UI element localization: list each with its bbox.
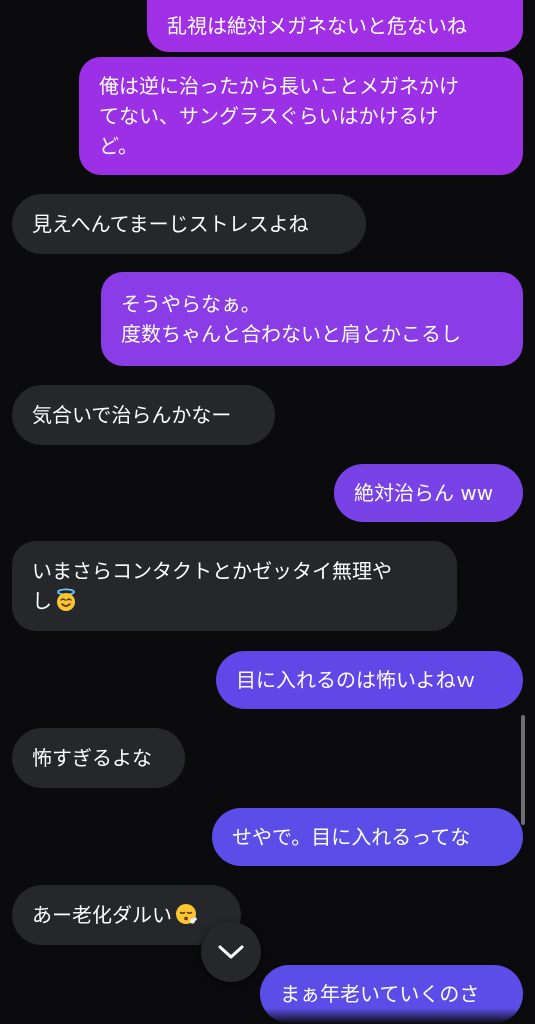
chat-thread[interactable]: 乱視は絶対メガネないと危ないね 俺は逆に治ったから長いことメガネかけ てない、サ…	[0, 0, 535, 1024]
bottom-fade	[0, 1008, 535, 1024]
message-outgoing[interactable]: せやで。目に入れるってな	[212, 808, 523, 866]
message-outgoing[interactable]: 乱視は絶対メガネないと危ないね	[147, 0, 523, 52]
message-incoming[interactable]: いまさらコンタクトとかゼッタイ無理や し	[12, 541, 457, 631]
message-text: 怖すぎるよな	[32, 746, 152, 770]
scrollbar-thumb[interactable]	[521, 715, 525, 825]
message-text: そうやらなぁ。 度数ちゃんと合わないと肩とかこるし	[121, 292, 461, 346]
smiling-face-with-halo-icon	[57, 588, 75, 611]
message-incoming[interactable]: 見えへんてまーじストレスよね	[12, 194, 366, 254]
message-outgoing[interactable]: 目に入れるのは怖いよねｗ	[216, 651, 523, 709]
message-outgoing[interactable]: 絶対治らん ww	[334, 464, 523, 522]
message-text: 目に入れるのは怖いよねｗ	[236, 668, 476, 692]
message-text-content: あー老化ダルい	[32, 903, 172, 927]
message-outgoing[interactable]: そうやらなぁ。 度数ちゃんと合わないと肩とかこるし	[101, 272, 523, 366]
message-text: 絶対治らん ww	[354, 481, 494, 505]
message-text: いまさらコンタクトとかゼッタイ無理や し	[32, 556, 392, 616]
message-text: 俺は逆に治ったから長いことメガネかけ てない、サングラスぐらいはかけるけ ど。	[99, 74, 459, 158]
message-text: 気合いで治らんかなー	[32, 403, 232, 427]
message-text: 見えへんてまーじストレスよね	[32, 212, 309, 236]
face-exhaling-icon	[176, 904, 197, 924]
message-text: あー老化ダルい	[32, 900, 198, 930]
chevron-down-icon	[218, 945, 244, 959]
message-text-content: いまさらコンタクトとかゼッタイ無理や し	[32, 559, 392, 613]
message-text: せやで。目に入れるってな	[232, 825, 471, 849]
message-incoming[interactable]: 怖すぎるよな	[12, 728, 185, 788]
message-text: 乱視は絶対メガネないと危ないね	[167, 14, 467, 38]
message-incoming[interactable]: 気合いで治らんかなー	[12, 385, 275, 445]
message-text: まぁ年老いていくのさ	[280, 982, 480, 1006]
scroll-to-bottom-button[interactable]	[201, 922, 261, 982]
message-outgoing[interactable]: 俺は逆に治ったから長いことメガネかけ てない、サングラスぐらいはかけるけ ど。	[79, 57, 523, 175]
